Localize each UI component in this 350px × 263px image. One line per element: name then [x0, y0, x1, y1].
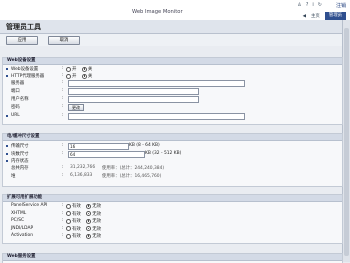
- url-input[interactable]: [68, 113, 245, 120]
- scrollbar-thumb[interactable]: [344, 28, 349, 256]
- bullet-icon: [6, 159, 8, 162]
- info-icon[interactable]: i: [312, 2, 313, 8]
- extension-options: 有效 无效: [66, 233, 105, 241]
- server-row: 服务器: [11, 80, 25, 86]
- port-row: 端口: [11, 88, 20, 94]
- radio-selected-icon: [86, 203, 92, 209]
- total-memory-extra: 使用率：(总计：244,240,384): [102, 166, 165, 171]
- option-valid[interactable]: 有效: [66, 211, 81, 217]
- transfer-size-unit: KB (8 - 64 KB): [129, 143, 160, 148]
- user-icon[interactable]: ♙: [297, 2, 301, 8]
- password-row: 密码: [11, 104, 20, 110]
- total-memory-value: 31,232,766: [70, 165, 96, 170]
- http-proxy-row: HTTP代理服务器: [6, 73, 44, 79]
- radio-selected-icon: [81, 66, 87, 72]
- option-invalid[interactable]: 无效: [86, 226, 101, 232]
- section-heading: Web设备设置: [3, 58, 342, 65]
- extension-row: JNDI/LDAP: [11, 225, 34, 231]
- option-invalid[interactable]: 无效: [86, 233, 101, 239]
- buffer-section: 电/缓冲尺寸设置: [2, 133, 343, 187]
- radio-selected-icon: [86, 211, 92, 216]
- bullet-icon: [6, 67, 8, 70]
- apply-button[interactable]: 应用: [6, 36, 38, 45]
- scrollbar[interactable]: [342, 20, 350, 262]
- bullet-icon: [6, 144, 8, 147]
- radio-selected-icon: [86, 226, 92, 231]
- option-on[interactable]: 开: [66, 73, 76, 79]
- option-valid[interactable]: 有效: [66, 203, 81, 209]
- option-valid[interactable]: 有效: [66, 226, 81, 232]
- extension-options: 有效 无效: [66, 211, 105, 219]
- web-settings-row: Web设备设置: [6, 66, 38, 72]
- heap-extra: 使用率：(总计：16,465,760): [102, 174, 162, 179]
- change-password-button[interactable]: 更改: [68, 104, 84, 111]
- radio-icon: [66, 211, 71, 216]
- radio-icon: [66, 73, 71, 79]
- block-size-input[interactable]: 64: [68, 151, 145, 158]
- option-invalid[interactable]: 无效: [86, 203, 101, 209]
- option-valid[interactable]: 有效: [66, 218, 81, 224]
- option-invalid[interactable]: 无效: [86, 218, 101, 224]
- extension-options: 有效 无效: [66, 218, 105, 226]
- transfer-size-input[interactable]: 16: [68, 143, 129, 150]
- cancel-button[interactable]: 取消: [48, 36, 80, 45]
- extension-row: PanelService API: [11, 203, 48, 208]
- bullet-icon: [6, 74, 8, 77]
- top-icons: ♙ ? i ↻: [297, 2, 322, 8]
- app-title: Web Image Monitor: [132, 9, 183, 15]
- top-bar: Web Image Monitor ♙ ? i ↻ 注销 ◀ 主页 管理员: [0, 0, 350, 21]
- option-valid[interactable]: 有效: [66, 233, 81, 239]
- extension-row: XHTML: [11, 210, 27, 216]
- extension-options: 有效 无效: [66, 226, 105, 234]
- radio-icon: [66, 66, 71, 72]
- title-row: 管理员工具: [0, 20, 343, 34]
- option-off[interactable]: 关: [81, 66, 92, 72]
- extension-row: PC/SC: [11, 218, 25, 223]
- username-row: 用户名称: [11, 96, 29, 102]
- radio-selected-icon: [86, 233, 92, 239]
- refresh-icon[interactable]: ↻: [318, 2, 322, 8]
- radio-icon: [66, 233, 71, 239]
- block-size-unit: KB (32 - 512 KB): [145, 151, 182, 156]
- option-off[interactable]: 关: [81, 73, 92, 79]
- section-heading: 电/缓冲尺寸设置: [3, 134, 342, 141]
- block-size-row: 块数尺寸: [6, 151, 29, 157]
- heap-value: 6,136,833: [70, 173, 93, 178]
- radio-icon: [66, 226, 71, 231]
- extension-options: 有效 无效: [66, 203, 105, 211]
- option-invalid[interactable]: 无效: [86, 211, 101, 217]
- admin-label: 管理员: [324, 12, 346, 20]
- memory-status-row: 内存状态: [6, 158, 29, 164]
- transfer-size-row: 传输尺寸: [6, 143, 29, 149]
- question-icon[interactable]: ?: [306, 2, 309, 8]
- server-input[interactable]: [68, 80, 245, 87]
- total-memory-row: 总共内存: [11, 165, 29, 171]
- radio-selected-icon: [86, 218, 92, 224]
- home-link[interactable]: 主页: [311, 13, 320, 19]
- home-arrow-icon[interactable]: ◀: [303, 14, 306, 19]
- bullet-icon: [6, 152, 8, 155]
- bullet-icon: [6, 114, 8, 117]
- user-strip: ◀ 主页 管理员: [303, 12, 350, 20]
- radio-icon: [66, 203, 71, 209]
- page-title: 管理员工具: [6, 23, 41, 31]
- logout-link[interactable]: 注销: [336, 2, 346, 9]
- heap-row: 堆: [11, 173, 16, 179]
- radio-icon: [66, 218, 71, 224]
- option-on[interactable]: 开: [66, 66, 76, 72]
- username-input[interactable]: [68, 96, 199, 103]
- extension-row: Activation: [11, 233, 33, 238]
- url-row: URL: [6, 113, 20, 118]
- extensions-section: 扩展可用扩展功能: [2, 194, 343, 244]
- section-heading: Web服务设置: [3, 254, 342, 261]
- section-heading: 扩展可用扩展功能: [3, 195, 342, 202]
- radio-selected-icon: [81, 73, 87, 79]
- button-row: 应用 取消: [0, 34, 343, 46]
- port-input[interactable]: [68, 88, 199, 95]
